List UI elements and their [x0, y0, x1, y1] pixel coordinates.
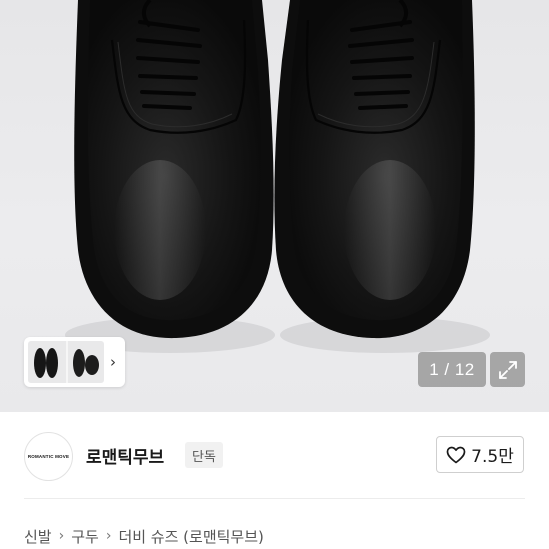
- exclusive-badge: 단독: [185, 442, 223, 468]
- expand-button[interactable]: [490, 352, 525, 387]
- image-counter: 1 / 12: [418, 352, 486, 387]
- heart-outline-icon: [446, 446, 466, 463]
- thumbnail-shoes-graphic: [34, 341, 99, 383]
- seller-logo[interactable]: ROMANTIC MOVE: [24, 432, 73, 481]
- seller-row: ROMANTIC MOVE 로맨틱무브 단독 7.5만: [0, 412, 549, 498]
- thumbnail-image[interactable]: [28, 341, 104, 383]
- like-button[interactable]: 7.5만: [436, 436, 524, 473]
- breadcrumb-item-derby-shoes[interactable]: 더비 슈즈 (로맨틱무브): [118, 526, 263, 547]
- chevron-right-icon: ›: [58, 528, 65, 544]
- breadcrumb-item-shoes[interactable]: 신발: [24, 526, 52, 547]
- expand-icon: [498, 360, 517, 379]
- seller-logo-text: ROMANTIC MOVE: [27, 454, 70, 459]
- breadcrumb-item-dress-shoes[interactable]: 구두: [71, 526, 99, 547]
- seller-name[interactable]: 로맨틱무브: [86, 443, 164, 468]
- breadcrumb: 신발 › 구두 › 더비 슈즈 (로맨틱무브): [24, 523, 264, 549]
- chevron-right-icon[interactable]: ›: [104, 341, 122, 383]
- thumbnail-strip[interactable]: ›: [24, 337, 125, 387]
- section-divider: [24, 498, 525, 499]
- like-count: 7.5만: [471, 447, 514, 467]
- product-image-gallery[interactable]: › 1 / 12: [0, 0, 549, 412]
- chevron-right-icon: ›: [105, 528, 112, 544]
